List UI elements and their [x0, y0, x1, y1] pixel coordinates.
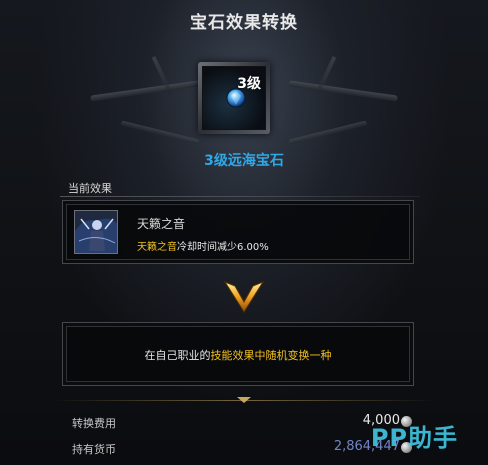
conversion-info-box: 在自己职业的技能效果中随机变换一种 [62, 322, 414, 386]
divider-ornament-icon [237, 397, 251, 403]
gold-down-arrow-icon [223, 280, 265, 313]
skill-portrait-icon [74, 210, 118, 254]
gem-level-label: 3级 [237, 76, 261, 92]
skill-desc-highlight: 天籁之音 [137, 242, 177, 253]
dialog-title: 宝石效果转换 [190, 13, 298, 33]
cost-label: 转换费用 [72, 417, 116, 430]
gem-slot[interactable]: 3级 [198, 62, 270, 134]
skill-effect-description: 天籁之音冷却时间减少6.00% [137, 238, 269, 253]
skill-desc-text: 冷却时间减少6.00% [177, 242, 269, 253]
conversion-description: 在自己职业的技能效果中随机变换一种 [63, 347, 413, 363]
section-divider [60, 196, 420, 197]
gem-effect-conversion-dialog: 宝石效果转换 3级 3级远海宝石 当前效果 天籁之音 天籁之音冷却时间减少6.0… [0, 0, 488, 465]
conversion-text-prefix: 在自己职业的 [144, 349, 211, 362]
current-effect-box: 天籁之音 天籁之音冷却时间减少6.00% [62, 200, 414, 264]
frame-ornament [90, 80, 200, 102]
skill-name: 天籁之音 [137, 217, 186, 231]
current-effect-label: 当前效果 [68, 182, 112, 195]
frame-ornament [288, 120, 368, 145]
watermark-logo: PP助手 [370, 424, 458, 452]
gem-name: 3级远海宝石 [204, 153, 284, 169]
conversion-text-highlight: 技能效果中随机变换一种 [210, 349, 332, 362]
frame-ornament [288, 80, 398, 102]
owned-currency-label: 持有货币 [72, 443, 116, 456]
frame-ornament [120, 120, 200, 145]
